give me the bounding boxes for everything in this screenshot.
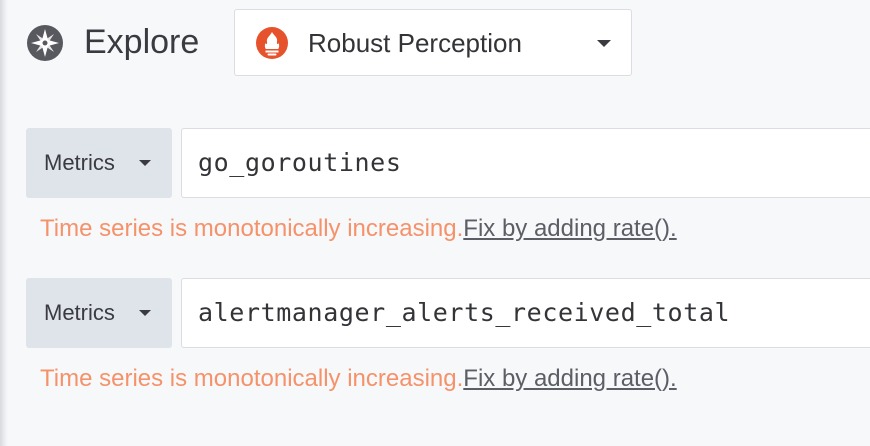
query-row: Metrics go_goroutines bbox=[26, 128, 870, 200]
metrics-selector-label: Metrics bbox=[44, 150, 115, 175]
query-row: Metrics alertmanager_alerts_received_tot… bbox=[26, 278, 870, 350]
query-hint: Time series is monotonically increasing.… bbox=[40, 214, 677, 244]
query-hint: Time series is monotonically increasing.… bbox=[40, 364, 677, 394]
fix-by-adding-rate-link[interactable]: Fix by adding rate(). bbox=[463, 215, 676, 242]
datasource-picker[interactable]: Robust Perception bbox=[234, 9, 632, 76]
query-input[interactable]: go_goroutines bbox=[181, 128, 870, 198]
chevron-down-icon bbox=[139, 310, 151, 316]
metrics-selector-button[interactable]: Metrics bbox=[26, 128, 172, 198]
query-input[interactable]: alertmanager_alerts_received_total bbox=[181, 278, 870, 348]
compass-icon bbox=[25, 23, 65, 63]
datasource-name: Robust Perception bbox=[308, 28, 522, 58]
chevron-down-icon bbox=[597, 40, 611, 47]
chevron-down-icon bbox=[139, 160, 151, 166]
metrics-selector-label: Metrics bbox=[44, 300, 115, 325]
metrics-selector-button[interactable]: Metrics bbox=[26, 278, 172, 348]
hint-text: Time series is monotonically increasing. bbox=[40, 365, 464, 392]
prometheus-logo-icon bbox=[256, 27, 288, 59]
page-title: Explore bbox=[84, 23, 200, 61]
fix-by-adding-rate-link[interactable]: Fix by adding rate(). bbox=[463, 365, 676, 392]
explore-header: Explore Robust Perception bbox=[0, 0, 870, 96]
hint-text: Time series is monotonically increasing. bbox=[40, 215, 464, 242]
